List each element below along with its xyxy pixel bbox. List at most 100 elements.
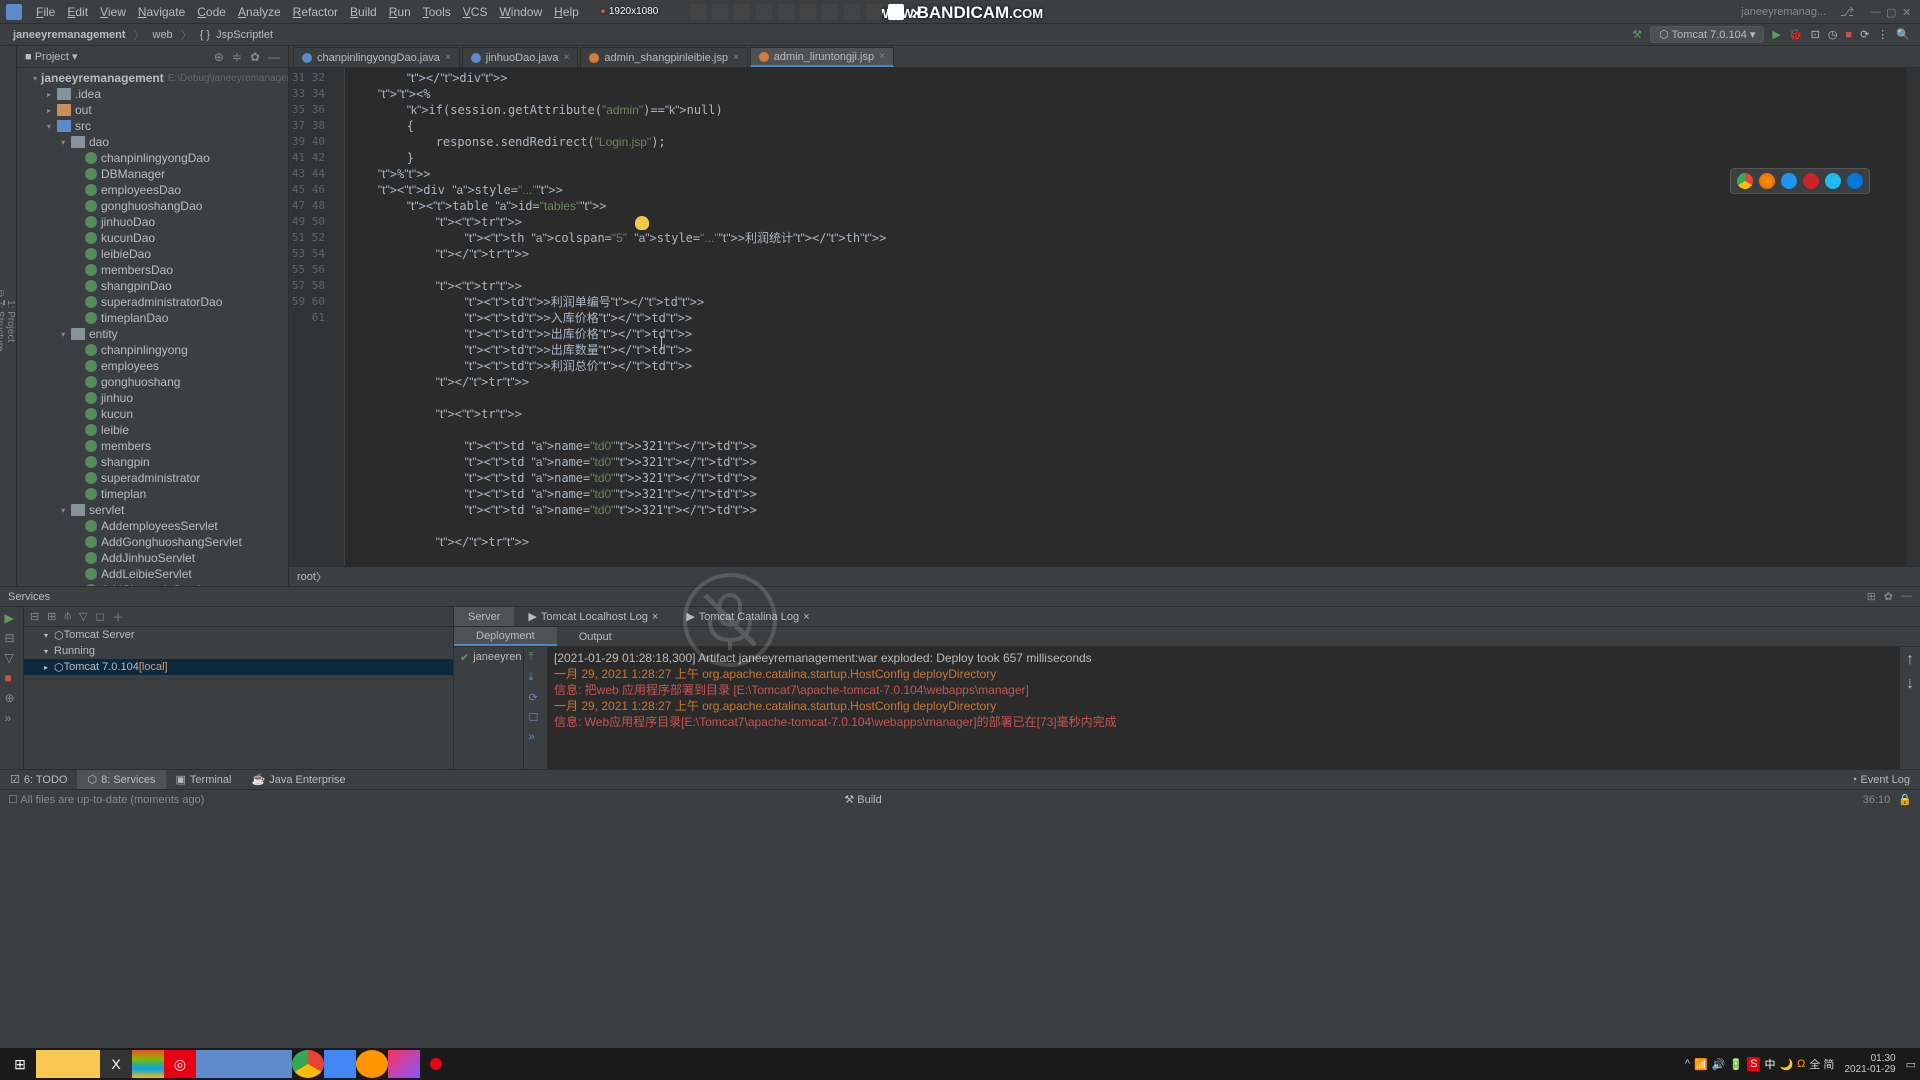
ie-icon[interactable]	[1825, 173, 1841, 189]
tree-item[interactable]: superadministrator	[17, 470, 288, 486]
task-app8[interactable]	[356, 1050, 388, 1078]
editor-tab[interactable]: chanpinlingyongDao.java×	[293, 47, 460, 67]
group-icon[interactable]: ⫛	[64, 610, 71, 623]
scroll-bottom-icon[interactable]: ↓	[1906, 675, 1914, 693]
vcs-branch-icon[interactable]: ⎇	[1840, 5, 1854, 19]
deploy-icon[interactable]: ⊕	[5, 691, 19, 705]
filter2-icon[interactable]: ▽	[79, 610, 87, 623]
select-opened-icon[interactable]: ⊕	[214, 50, 224, 64]
notifications-icon[interactable]: ▭	[1906, 1058, 1916, 1071]
tree-item[interactable]: kucunDao	[17, 230, 288, 246]
tree-item[interactable]: employeesDao	[17, 182, 288, 198]
tree-item[interactable]: timeplan	[17, 486, 288, 502]
tree-item[interactable]: jinhuo	[17, 390, 288, 406]
tray-moon-icon[interactable]: 🌙	[1779, 1058, 1793, 1071]
edge-icon[interactable]	[1847, 173, 1863, 189]
tray-ime2[interactable]: 全 简	[1809, 1056, 1834, 1072]
expand-icon[interactable]: ≑	[232, 50, 242, 64]
tree-item[interactable]: ▾src	[17, 118, 288, 134]
build-icon[interactable]: ⚒	[1632, 28, 1642, 41]
editor-tab[interactable]: admin_liruntongji.jsp×	[750, 47, 894, 67]
task-app6[interactable]	[260, 1050, 292, 1078]
tree-item[interactable]: AddLeibieServlet	[17, 566, 288, 582]
server-tab[interactable]: Server	[454, 607, 514, 626]
breadcrumb-folder[interactable]: web	[150, 29, 176, 41]
services-layout-icon[interactable]: ⊞	[1867, 590, 1876, 603]
menu-navigate[interactable]: Navigate	[132, 5, 191, 19]
tree-item[interactable]: chanpinlingyong	[17, 342, 288, 358]
add-icon[interactable]: ＋	[113, 609, 124, 625]
deploy-up-icon[interactable]: ⤒	[529, 651, 543, 665]
run-icon[interactable]: ▶	[1772, 28, 1780, 41]
chrome-icon[interactable]	[1737, 173, 1753, 189]
task-app2[interactable]	[132, 1050, 164, 1078]
services-settings-icon[interactable]: ✿	[1884, 590, 1893, 603]
task-bandicam[interactable]	[420, 1050, 452, 1078]
tree-item[interactable]: leibie	[17, 422, 288, 438]
tree-item[interactable]: DBManager	[17, 166, 288, 182]
menu-view[interactable]: View	[94, 5, 132, 19]
terminal-tab[interactable]: ▣Terminal	[166, 770, 242, 789]
more-icon[interactable]: »	[5, 711, 19, 725]
tree-item[interactable]: kucun	[17, 406, 288, 422]
deploy-more-icon[interactable]: »	[529, 731, 543, 745]
project-tool-button[interactable]: 1: Project	[5, 56, 16, 586]
console-output[interactable]: [2021-01-29 01:28:18,300] Artifact janee…	[548, 647, 1900, 769]
event-log-button[interactable]: ◔ Event Log	[1851, 774, 1910, 786]
breadcrumb-project[interactable]: janeeyremanagement	[10, 29, 129, 41]
tray-wifi-icon[interactable]: 📶	[1694, 1058, 1708, 1071]
minimize-icon[interactable]: —	[1870, 6, 1882, 18]
rerun-icon[interactable]: ▶	[5, 611, 19, 625]
menu-vcs[interactable]: VCS	[457, 5, 494, 19]
tree-item[interactable]: ▾servlet	[17, 502, 288, 518]
tree-item[interactable]: ▾dao	[17, 134, 288, 150]
menu-edit[interactable]: Edit	[61, 5, 94, 19]
start-button[interactable]: ⊞	[4, 1050, 36, 1078]
menu-analyze[interactable]: Analyze	[232, 5, 287, 19]
tray-app1-icon[interactable]: Ω	[1797, 1058, 1805, 1070]
deploy-browse-icon[interactable]: ☐	[529, 711, 543, 725]
tree-item[interactable]: employees	[17, 358, 288, 374]
task-app4[interactable]	[196, 1050, 228, 1078]
tree-item[interactable]: gonghuoshang	[17, 374, 288, 390]
tag-icon[interactable]: ◻	[95, 610, 104, 623]
maximize-icon[interactable]: ▢	[1886, 6, 1898, 18]
tree-item[interactable]: ▸.idea	[17, 86, 288, 102]
search-icon[interactable]: 🔍	[1896, 28, 1910, 41]
stop-icon[interactable]: ■	[1845, 29, 1852, 41]
tree-item[interactable]: membersDao	[17, 262, 288, 278]
editor-breadcrumb[interactable]: root 〉	[289, 566, 1920, 586]
services-tree[interactable]: ⊟⊞ ⫛▽ ◻＋ ▾ ⬡ Tomcat Server ▾ Running ▸ ⬡…	[24, 607, 454, 769]
intention-bulb-icon[interactable]	[635, 216, 649, 230]
task-chrome[interactable]	[292, 1050, 324, 1078]
tree-item[interactable]: ▾janeeyremanagementE:\Debug\janeeyremana…	[17, 70, 288, 86]
task-intellij[interactable]	[388, 1050, 420, 1078]
firefox-icon[interactable]	[1759, 173, 1775, 189]
system-clock[interactable]: 01:302021-01-29	[1838, 1053, 1901, 1075]
tree-item[interactable]: superadministratorDao	[17, 294, 288, 310]
debug-icon[interactable]: 🐞	[1789, 28, 1803, 41]
breadcrumb-file[interactable]: { } JspScriptlet	[197, 29, 279, 41]
menu-tools[interactable]: Tools	[417, 5, 457, 19]
deployment-tab[interactable]: Deployment	[454, 627, 557, 646]
tree-item[interactable]: AddGonghuoshangServlet	[17, 534, 288, 550]
coverage-icon[interactable]: ⊡	[1811, 28, 1820, 41]
menu-window[interactable]: Window	[493, 5, 548, 19]
tree-item[interactable]: AddShangpinServlet	[17, 582, 288, 586]
tree-item[interactable]: ▸out	[17, 102, 288, 118]
editor-tab[interactable]: admin_shangpinleibie.jsp×	[580, 47, 747, 67]
tray-battery-icon[interactable]: 🔋	[1729, 1058, 1743, 1071]
filter-icon[interactable]: ▽	[5, 651, 19, 665]
todo-tab[interactable]: ☑6: TODO	[0, 770, 77, 789]
collapse-icon[interactable]: ⊟	[30, 610, 39, 623]
menu-file[interactable]: File	[30, 5, 61, 19]
tree-icon[interactable]: ⊟	[5, 631, 19, 645]
task-fileexplorer[interactable]	[68, 1050, 100, 1078]
tree-item[interactable]: chanpinlingyongDao	[17, 150, 288, 166]
tray-ime[interactable]: S	[1747, 1057, 1760, 1071]
tree-item[interactable]: ▾entity	[17, 326, 288, 342]
deploy-refresh-icon[interactable]: ⟳	[529, 691, 543, 705]
profiler-icon[interactable]: ◷	[1828, 28, 1838, 41]
lock-icon[interactable]: 🔒	[1898, 793, 1912, 806]
structure-tool-button[interactable]: ⧉ 7: Structure	[0, 56, 5, 586]
